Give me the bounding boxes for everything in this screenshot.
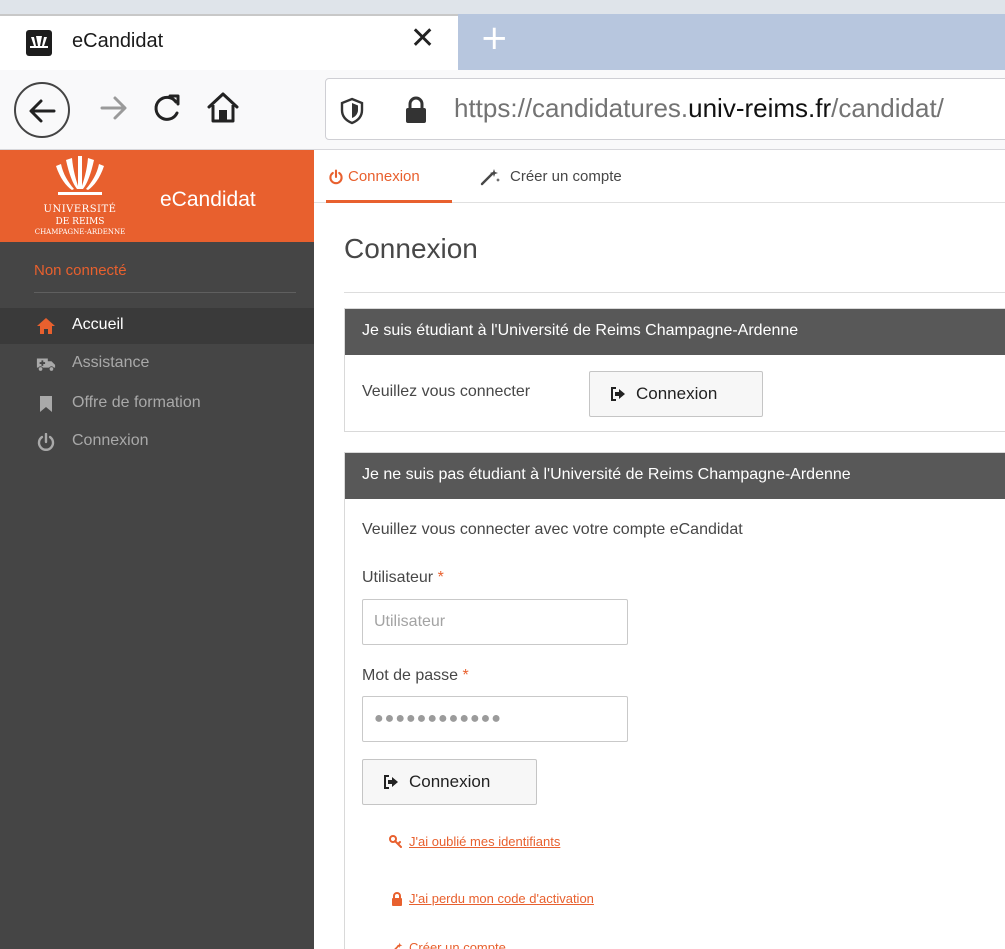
ambulance-icon xyxy=(36,358,56,372)
student-panel-body: Veuillez vous connecter Connexion xyxy=(345,355,1005,431)
sidebar-item-label: Offre de formation xyxy=(72,394,201,411)
content-tab-bar: Connexion Créer un compte xyxy=(314,150,1005,203)
app-name: eCandidat xyxy=(160,188,256,211)
magic-wand-icon xyxy=(480,169,500,186)
button-label: Connexion xyxy=(636,384,718,403)
new-tab-area: + xyxy=(458,14,1005,70)
url-text[interactable]: https://candidatures.univ-reims.fr/candi… xyxy=(454,93,944,124)
status-divider xyxy=(34,292,296,293)
lock-icon xyxy=(392,892,402,906)
sidebar: UNIVERSITÉ DE REIMS CHAMPAGNE-ARDENNE eC… xyxy=(0,150,314,949)
external-login-button[interactable]: Connexion xyxy=(362,759,537,805)
connection-status: Non connecté xyxy=(34,262,127,279)
tab-creer-un-compte[interactable]: Créer un compte xyxy=(478,150,668,203)
browser-tab[interactable]: eCandidat ✕ xyxy=(0,14,458,70)
browser-tab-bar: eCandidat ✕ + xyxy=(0,0,1005,70)
power-icon xyxy=(329,169,343,185)
username-label: Utilisateur * xyxy=(362,569,444,586)
favicon-icon xyxy=(26,30,52,56)
student-login-panel: Je suis étudiant à l'Université de Reims… xyxy=(344,308,1005,432)
logo-emblem-icon xyxy=(56,156,104,195)
home-icon xyxy=(37,318,55,334)
sign-in-icon xyxy=(611,387,625,401)
browser-nav-bar: https://candidatures.univ-reims.fr/candi… xyxy=(0,70,1005,150)
sidebar-item-accueil[interactable]: Accueil xyxy=(0,308,314,344)
arrow-left-icon xyxy=(29,99,56,123)
external-panel-body: Veuillez vous connecter avec votre compt… xyxy=(345,499,1005,949)
forward-button[interactable] xyxy=(98,94,128,122)
tab-label: Créer un compte xyxy=(510,168,622,185)
brand-header[interactable]: UNIVERSITÉ DE REIMS CHAMPAGNE-ARDENNE eC… xyxy=(0,150,314,242)
sidebar-item-label: Assistance xyxy=(72,354,150,371)
sidebar-item-assistance[interactable]: Assistance xyxy=(0,346,314,382)
create-account-link[interactable]: Créer un compte xyxy=(409,940,506,949)
tab-title: eCandidat xyxy=(72,30,164,52)
bookmark-icon xyxy=(40,396,52,412)
key-icon xyxy=(389,835,402,848)
title-divider xyxy=(344,292,1005,293)
sidebar-item-offre-de-formation[interactable]: Offre de formation xyxy=(0,386,314,422)
required-mark: * xyxy=(462,667,469,684)
sidebar-item-label: Accueil xyxy=(72,316,124,333)
password-field[interactable] xyxy=(362,696,628,742)
required-mark: * xyxy=(437,569,444,586)
password-label: Mot de passe * xyxy=(362,667,469,684)
power-icon xyxy=(37,433,55,451)
lock-icon[interactable] xyxy=(404,95,428,125)
button-label: Connexion xyxy=(409,772,491,791)
sign-in-icon xyxy=(384,775,398,789)
tab-connexion[interactable]: Connexion xyxy=(326,150,452,203)
address-bar[interactable]: https://candidatures.univ-reims.fr/candi… xyxy=(325,78,1005,140)
external-login-panel: Je ne suis pas étudiant à l'Université d… xyxy=(344,452,1005,949)
close-tab-icon[interactable]: ✕ xyxy=(410,24,435,54)
university-logo: UNIVERSITÉ DE REIMS CHAMPAGNE-ARDENNE xyxy=(10,156,150,240)
back-button[interactable] xyxy=(14,82,70,138)
tracking-shield-icon[interactable] xyxy=(340,97,364,125)
new-tab-icon[interactable]: + xyxy=(480,18,509,58)
home-button[interactable] xyxy=(206,91,240,125)
logo-text-line1: UNIVERSITÉ xyxy=(43,204,117,215)
magic-wand-icon xyxy=(394,942,403,949)
lost-activation-code-link[interactable]: J'ai perdu mon code d'activation xyxy=(409,891,594,906)
page-title: Connexion xyxy=(344,233,478,264)
student-prompt: Veuillez vous connecter xyxy=(362,383,531,400)
username-field[interactable] xyxy=(362,599,628,645)
reload-button[interactable] xyxy=(152,92,182,124)
username-input[interactable] xyxy=(363,600,627,644)
sidebar-item-label: Connexion xyxy=(72,432,149,449)
external-prompt: Veuillez vous connecter avec votre compt… xyxy=(362,521,743,538)
logo-text-line2: DE REIMS xyxy=(55,217,105,227)
student-login-button[interactable]: Connexion xyxy=(589,371,763,417)
forgot-credentials-link[interactable]: J'ai oublié mes identifiants xyxy=(409,834,560,849)
tab-label: Connexion xyxy=(348,168,420,185)
student-panel-header: Je suis étudiant à l'Université de Reims… xyxy=(345,309,1005,355)
logo-text-line3: CHAMPAGNE-ARDENNE xyxy=(34,228,126,236)
password-input[interactable] xyxy=(363,697,627,741)
external-panel-header: Je ne suis pas étudiant à l'Université d… xyxy=(345,453,1005,499)
sidebar-item-connexion[interactable]: Connexion xyxy=(0,424,314,460)
